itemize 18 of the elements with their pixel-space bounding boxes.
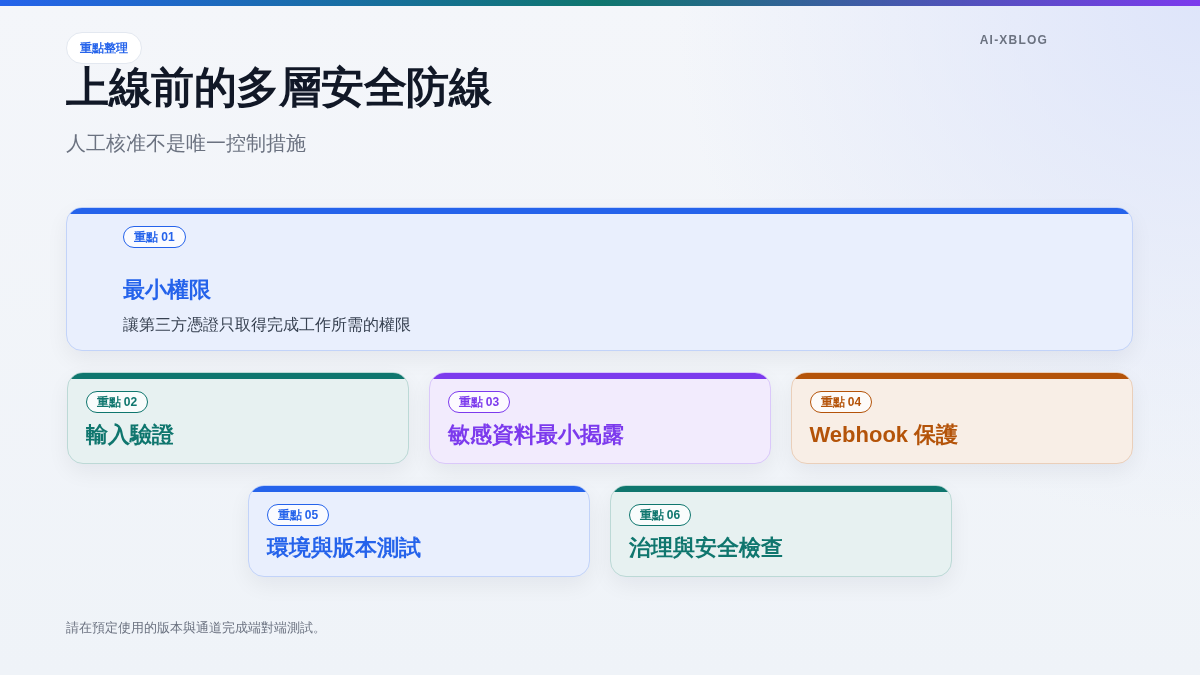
point-badge: 重點 01 xyxy=(123,226,186,249)
point-badge: 重點 02 xyxy=(85,391,149,414)
card-description: 讓第三方憑證只取得完成工作所需的權限 xyxy=(123,315,411,336)
card-title: 敏感資料最小揭露 xyxy=(447,421,624,450)
point-badge: 重點 04 xyxy=(809,391,873,414)
slide-subtitle: 人工核准不是唯一控制措施 xyxy=(66,131,306,156)
section-badge: 重點整理 xyxy=(66,32,142,64)
card-title: 環境與版本測試 xyxy=(266,534,421,563)
point-badge: 重點 03 xyxy=(447,391,511,414)
point-badge: 重點 05 xyxy=(266,504,330,527)
card-title: 最小權限 xyxy=(123,276,211,305)
point-badge: 重點 06 xyxy=(628,504,692,527)
card-title: 治理與安全檢查 xyxy=(628,534,783,563)
card-title: Webhook 保護 xyxy=(809,421,959,450)
brand-label: AI-XBLOG xyxy=(979,33,1048,47)
card-title: 輸入驗證 xyxy=(85,421,174,450)
footer-note: 請在預定使用的版本與通道完成端對端測試。 xyxy=(66,619,327,638)
slide-title: 上線前的多層安全防線 xyxy=(66,64,491,112)
